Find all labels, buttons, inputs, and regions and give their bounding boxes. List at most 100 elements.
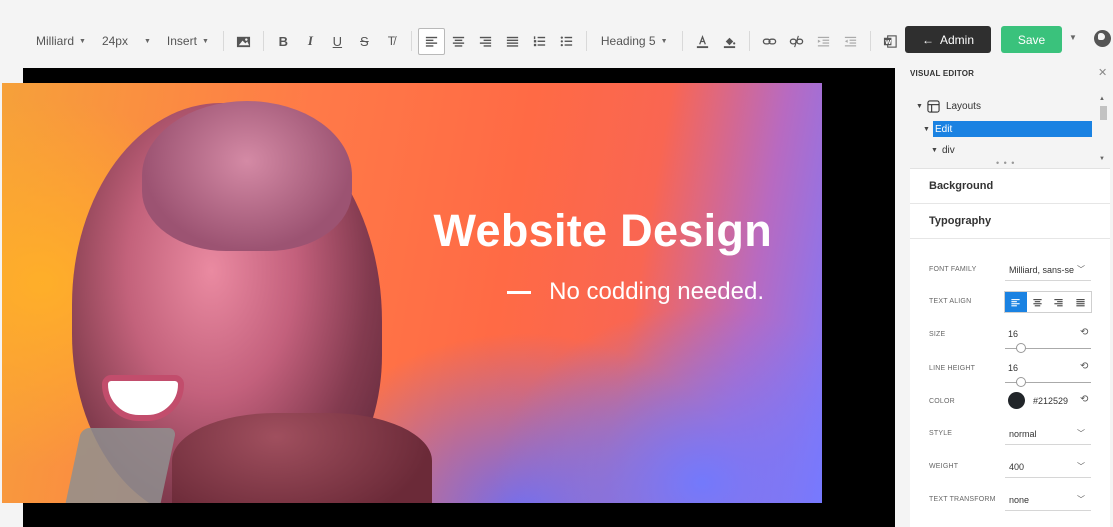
reset-icon[interactable]: ⟲: [1080, 327, 1088, 338]
italic-icon: I: [307, 33, 313, 48]
align-center-button[interactable]: [445, 28, 472, 55]
toolbar-divider: [869, 31, 871, 51]
text-align-group: [1004, 291, 1092, 313]
properties-panel: Background Typography FONT FAMILY Millia…: [910, 168, 1110, 527]
tree-item-edit[interactable]: Edit: [933, 121, 1092, 137]
prop-label: WEIGHT: [929, 463, 959, 470]
admin-button[interactable]: ← Admin: [905, 26, 991, 53]
prop-size: SIZE 16 ⟲: [910, 324, 1110, 353]
color-swatch[interactable]: [1008, 392, 1025, 409]
indent-icon: [817, 36, 829, 46]
prop-label: LINE HEIGHT: [929, 365, 976, 372]
scrollbar-thumb[interactable]: [1100, 106, 1107, 120]
tree-item-div[interactable]: ▼ div: [931, 142, 955, 158]
panel-title: VISUAL EDITOR: [910, 69, 975, 78]
font-weight-select[interactable]: 400 ﹀: [1005, 456, 1091, 478]
line-height-slider[interactable]: [1005, 377, 1091, 387]
align-justify-icon: [1076, 298, 1085, 306]
caret-down-icon: ▼: [143, 37, 151, 45]
align-center-icon: [1033, 298, 1042, 306]
heading-dropdown[interactable]: Heading 5 ▼: [593, 27, 676, 55]
select-value: normal: [1009, 428, 1037, 439]
save-label: Save: [1017, 32, 1046, 47]
font-style-select[interactable]: normal ﹀: [1005, 423, 1091, 445]
section-background[interactable]: Background: [910, 169, 1110, 204]
text-color-button[interactable]: [689, 28, 716, 55]
align-right-icon: [1054, 298, 1063, 306]
text-transform-select[interactable]: none ﹀: [1005, 489, 1091, 511]
outdent-icon: [844, 36, 856, 46]
text-align-justify-button[interactable]: [1070, 292, 1092, 312]
underline-button[interactable]: U: [324, 28, 351, 55]
hero-photo-head: [142, 101, 352, 251]
hero-title[interactable]: Website Design: [432, 205, 772, 257]
text-align-left-button[interactable]: [1005, 292, 1027, 312]
line-height-value[interactable]: 16: [1008, 363, 1018, 373]
ordered-list-button[interactable]: [526, 28, 553, 55]
indent-button[interactable]: [810, 28, 837, 55]
bullet-list-icon: [560, 35, 572, 46]
layout-icon: [927, 99, 940, 113]
tree-item-layouts[interactable]: ▼ Layouts: [916, 98, 981, 114]
scroll-up-icon[interactable]: ▲: [1099, 96, 1105, 102]
prop-style: STYLE normal ﹀: [910, 423, 1110, 447]
slider-knob[interactable]: [1016, 343, 1026, 353]
hero-subtitle-text: No codding needed.: [549, 278, 764, 305]
align-center-icon: [452, 36, 464, 47]
unlink-button[interactable]: [783, 28, 810, 55]
color-value[interactable]: #212529: [1033, 396, 1068, 406]
globe-icon[interactable]: [1094, 30, 1111, 47]
hero-photo-neck: [172, 413, 432, 503]
tree-scrollbar[interactable]: ▲ ▼: [1098, 96, 1108, 166]
slider-knob[interactable]: [1016, 377, 1026, 387]
bullet-list-button[interactable]: [553, 28, 580, 55]
chevron-down-icon: ﹀: [1077, 462, 1085, 471]
text-align-right-button[interactable]: [1048, 292, 1070, 312]
scroll-down-icon[interactable]: ▼: [1099, 156, 1105, 162]
toolbar-divider: [681, 31, 683, 51]
close-icon[interactable]: ✕: [1098, 66, 1107, 79]
align-left-button[interactable]: [417, 27, 445, 55]
size-slider[interactable]: [1005, 343, 1091, 353]
reset-icon[interactable]: ⟲: [1080, 394, 1088, 405]
resize-grip[interactable]: • • •: [996, 158, 1015, 168]
caret-down-icon: ▼: [201, 37, 209, 45]
align-right-button[interactable]: [472, 28, 499, 55]
bold-button[interactable]: B: [270, 28, 297, 55]
font-size-value: 24px: [101, 34, 128, 48]
font-family-dropdown[interactable]: Milliard ▼: [28, 27, 94, 55]
bold-icon: B: [278, 33, 289, 49]
select-value: none: [1009, 494, 1030, 505]
image-button[interactable]: [230, 28, 257, 55]
align-justify-icon: [506, 36, 518, 47]
italic-button[interactable]: I: [297, 28, 324, 55]
prop-font-family: FONT FAMILY Milliard, sans-se ﹀: [910, 259, 1110, 283]
align-justify-button[interactable]: [499, 28, 526, 55]
save-button[interactable]: Save: [1001, 26, 1062, 53]
toolbar-row: Milliard ▼ 24px ▼ Insert ▼ B I U S T̸ Headi…: [28, 27, 977, 55]
link-button[interactable]: [756, 28, 783, 55]
reset-icon[interactable]: ⟲: [1080, 361, 1088, 372]
hero-banner[interactable]: Website Design No codding needed.: [2, 83, 822, 503]
font-size-dropdown[interactable]: 24px ▼: [94, 27, 159, 55]
toolbar-divider: [262, 31, 264, 51]
font-family-select[interactable]: Milliard, sans-se ﹀: [1005, 259, 1091, 281]
fill-color-button[interactable]: [716, 28, 743, 55]
section-typography[interactable]: Typography: [910, 204, 1110, 239]
prop-label: TEXT TRANSFORM: [929, 496, 996, 503]
size-value[interactable]: 16: [1008, 329, 1018, 339]
align-left-icon: [1011, 298, 1020, 306]
visual-editor-panel: VISUAL EDITOR ✕ ▼ Layouts ▼ Edit ▼ div ▲ ▼…: [900, 60, 1113, 527]
insert-dropdown[interactable]: Insert ▼: [159, 27, 217, 55]
save-options-caret-icon[interactable]: ▼: [1069, 33, 1077, 42]
insert-label: Insert: [166, 34, 197, 48]
outdent-button[interactable]: [837, 28, 864, 55]
hero-subtitle[interactable]: No codding needed.: [442, 278, 764, 306]
expand-caret-icon: ▼: [916, 102, 923, 110]
strikethrough-button[interactable]: S: [351, 28, 378, 55]
text-align-center-button[interactable]: [1027, 292, 1049, 312]
paste-word-button[interactable]: W: [877, 28, 904, 55]
prop-label: STYLE: [929, 430, 953, 437]
select-value: 400: [1009, 461, 1025, 472]
clear-format-button[interactable]: T̸: [378, 28, 405, 55]
